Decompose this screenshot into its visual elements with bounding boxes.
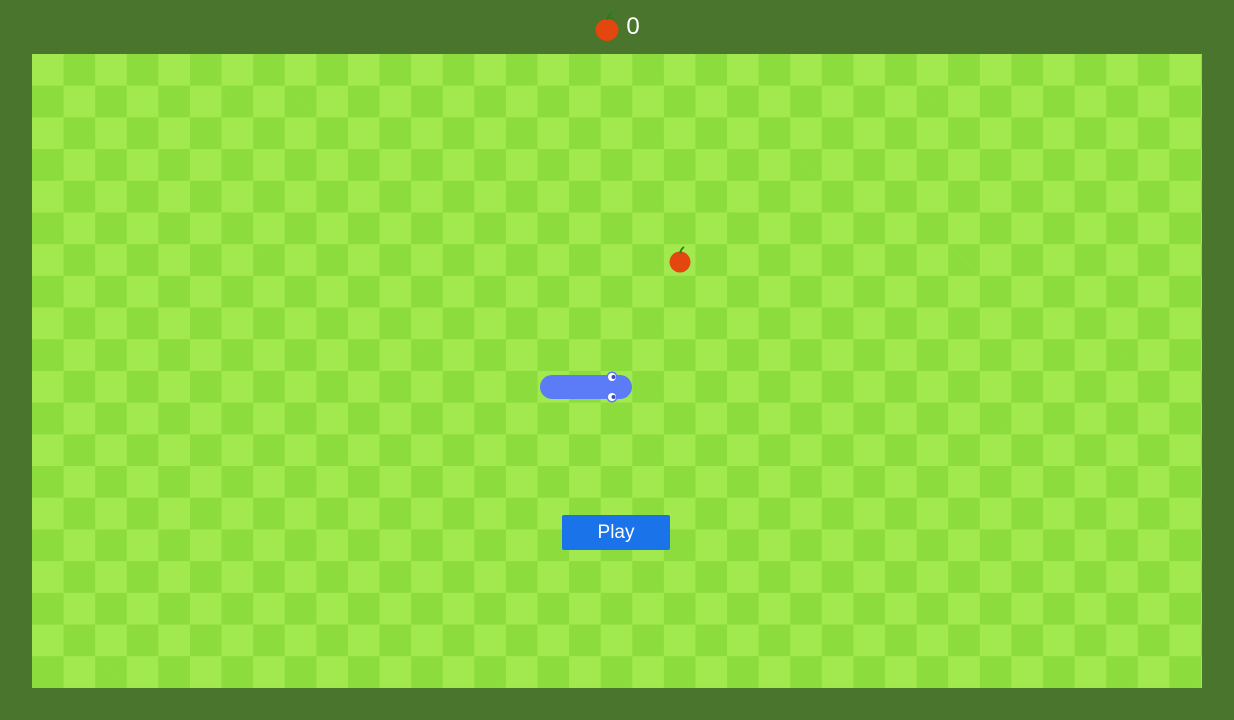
score-display: 0	[594, 12, 640, 42]
play-button[interactable]: Play	[562, 515, 670, 550]
score-value: 0	[626, 13, 640, 40]
snake	[540, 371, 632, 403]
score-bar: 0	[0, 0, 1234, 54]
snake-body	[540, 375, 632, 399]
game-window: 0 Play	[0, 0, 1234, 720]
apple-icon	[595, 12, 619, 41]
apple-icon	[669, 246, 691, 273]
game-board[interactable]: Play	[32, 54, 1202, 688]
